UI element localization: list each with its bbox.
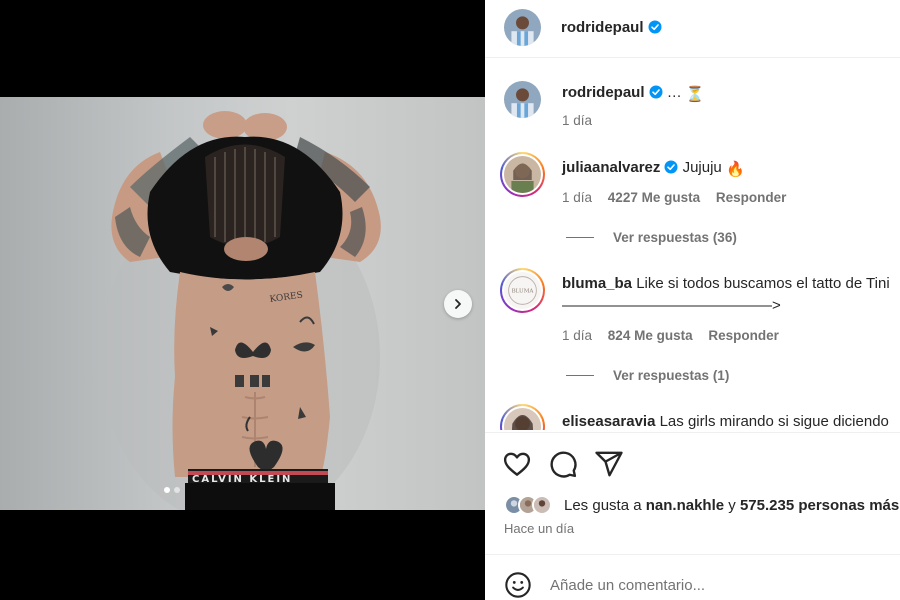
post-photo[interactable]: KORES CALVIN KLEIN xyxy=(0,97,485,510)
liker-avatar xyxy=(532,495,552,515)
caption-text: … xyxy=(666,84,682,101)
caption-author-avatar[interactable] xyxy=(504,81,541,118)
svg-text:BLUMA: BLUMA xyxy=(512,288,535,294)
carousel-dot-active xyxy=(164,487,170,493)
add-comment-bar xyxy=(485,554,900,600)
fire-icon: 🔥 xyxy=(725,161,745,178)
comment-button[interactable] xyxy=(548,449,578,479)
view-replies-label: Ver respuestas (1) xyxy=(613,368,730,383)
post-timestamp[interactable]: Hace un día xyxy=(504,521,574,536)
comment-likes[interactable]: 4227 Me gusta xyxy=(608,190,700,205)
hourglass-icon: ⏳ xyxy=(685,86,705,103)
story-ring[interactable] xyxy=(500,152,545,197)
post-media: KORES CALVIN KLEIN xyxy=(0,0,485,600)
comment-text-line: eliseasaravia Las girls mirando si sigue… xyxy=(562,412,889,430)
story-ring[interactable]: BLUMA xyxy=(500,268,545,313)
carousel-next-button[interactable] xyxy=(444,290,472,318)
comments-list: rodridepaul … ⏳ 1 día juliaanalvarez Juj… xyxy=(485,58,900,430)
comment-text-line-2: ——————————————> xyxy=(562,296,781,316)
comment-username[interactable]: eliseasaravia xyxy=(562,413,655,430)
reply-button[interactable]: Responder xyxy=(708,328,779,343)
view-replies-button[interactable]: Ver respuestas (36) xyxy=(566,230,737,245)
verified-badge-icon xyxy=(649,85,663,99)
comment-time[interactable]: 1 día xyxy=(562,190,592,205)
liked-by-user[interactable]: nan.nakhle xyxy=(646,497,724,514)
emoji-picker-button[interactable] xyxy=(504,571,532,599)
heart-icon xyxy=(503,452,531,476)
caption-meta: 1 día xyxy=(562,113,604,128)
commenter-avatar[interactable] xyxy=(504,156,541,193)
comment-text: Like si todos buscamos el tatto de Tini xyxy=(636,275,890,292)
author-username-text[interactable]: rodridepaul xyxy=(561,19,644,36)
comment-username[interactable]: bluma_ba xyxy=(562,275,632,292)
comment-text: Las girls mirando si sigue diciendo xyxy=(659,413,889,430)
caption-text-line: rodridepaul … ⏳ xyxy=(562,83,705,105)
comment-likes[interactable]: 824 Me gusta xyxy=(608,328,693,343)
share-icon xyxy=(595,451,623,477)
chevron-right-icon xyxy=(455,299,461,309)
comment-time[interactable]: 1 día xyxy=(562,328,592,343)
like-button[interactable] xyxy=(502,449,532,479)
carousel-dot xyxy=(174,487,180,493)
likers-avatars[interactable] xyxy=(504,495,552,515)
view-replies-button[interactable]: Ver respuestas (1) xyxy=(566,368,729,383)
caption-username[interactable]: rodridepaul xyxy=(562,84,645,101)
comment-text-continued: ——————————————> xyxy=(562,297,781,314)
likes-connector: y xyxy=(728,496,736,514)
emoji-icon xyxy=(505,572,531,598)
replies-divider xyxy=(566,237,594,238)
comment-input[interactable] xyxy=(550,572,880,598)
post-header: rodridepaul xyxy=(485,0,900,58)
likes-prefix: Les gusta a xyxy=(564,496,642,514)
commenter-avatar[interactable]: BLUMA xyxy=(504,272,541,309)
author-avatar[interactable] xyxy=(504,9,541,46)
likes-count[interactable]: 575.235 personas más xyxy=(740,497,899,514)
comment-text-line: juliaanalvarez Jujuju 🔥 xyxy=(562,158,745,180)
share-button[interactable] xyxy=(594,449,624,479)
comment-meta: 1 día 4227 Me gusta Responder xyxy=(562,190,798,205)
carousel-indicator xyxy=(164,487,180,493)
post-actions xyxy=(485,432,900,492)
verified-badge-icon xyxy=(648,20,662,34)
likes-summary: Les gusta a nan.nakhle y 575.235 persona… xyxy=(504,495,899,515)
story-ring[interactable] xyxy=(500,404,545,430)
comment-username[interactable]: juliaanalvarez xyxy=(562,159,660,176)
reply-button[interactable]: Responder xyxy=(716,190,787,205)
view-replies-label: Ver respuestas (36) xyxy=(613,230,737,245)
comment-text-line: bluma_ba Like si todos buscamos el tatto… xyxy=(562,274,890,294)
replies-divider xyxy=(566,375,594,376)
verified-badge-icon xyxy=(664,160,678,174)
comment-icon xyxy=(550,451,577,478)
comment-meta: 1 día 824 Me gusta Responder xyxy=(562,328,791,343)
tattooed-man-photo: KORES CALVIN KLEIN xyxy=(100,111,381,510)
post-details: rodridepaul rodridepaul … ⏳ 1 día juliaa… xyxy=(485,0,900,600)
caption-time[interactable]: 1 día xyxy=(562,113,592,128)
author-username[interactable]: rodridepaul xyxy=(561,19,662,36)
comment-text: Jujuju xyxy=(682,159,722,176)
commenter-avatar[interactable] xyxy=(504,408,541,430)
